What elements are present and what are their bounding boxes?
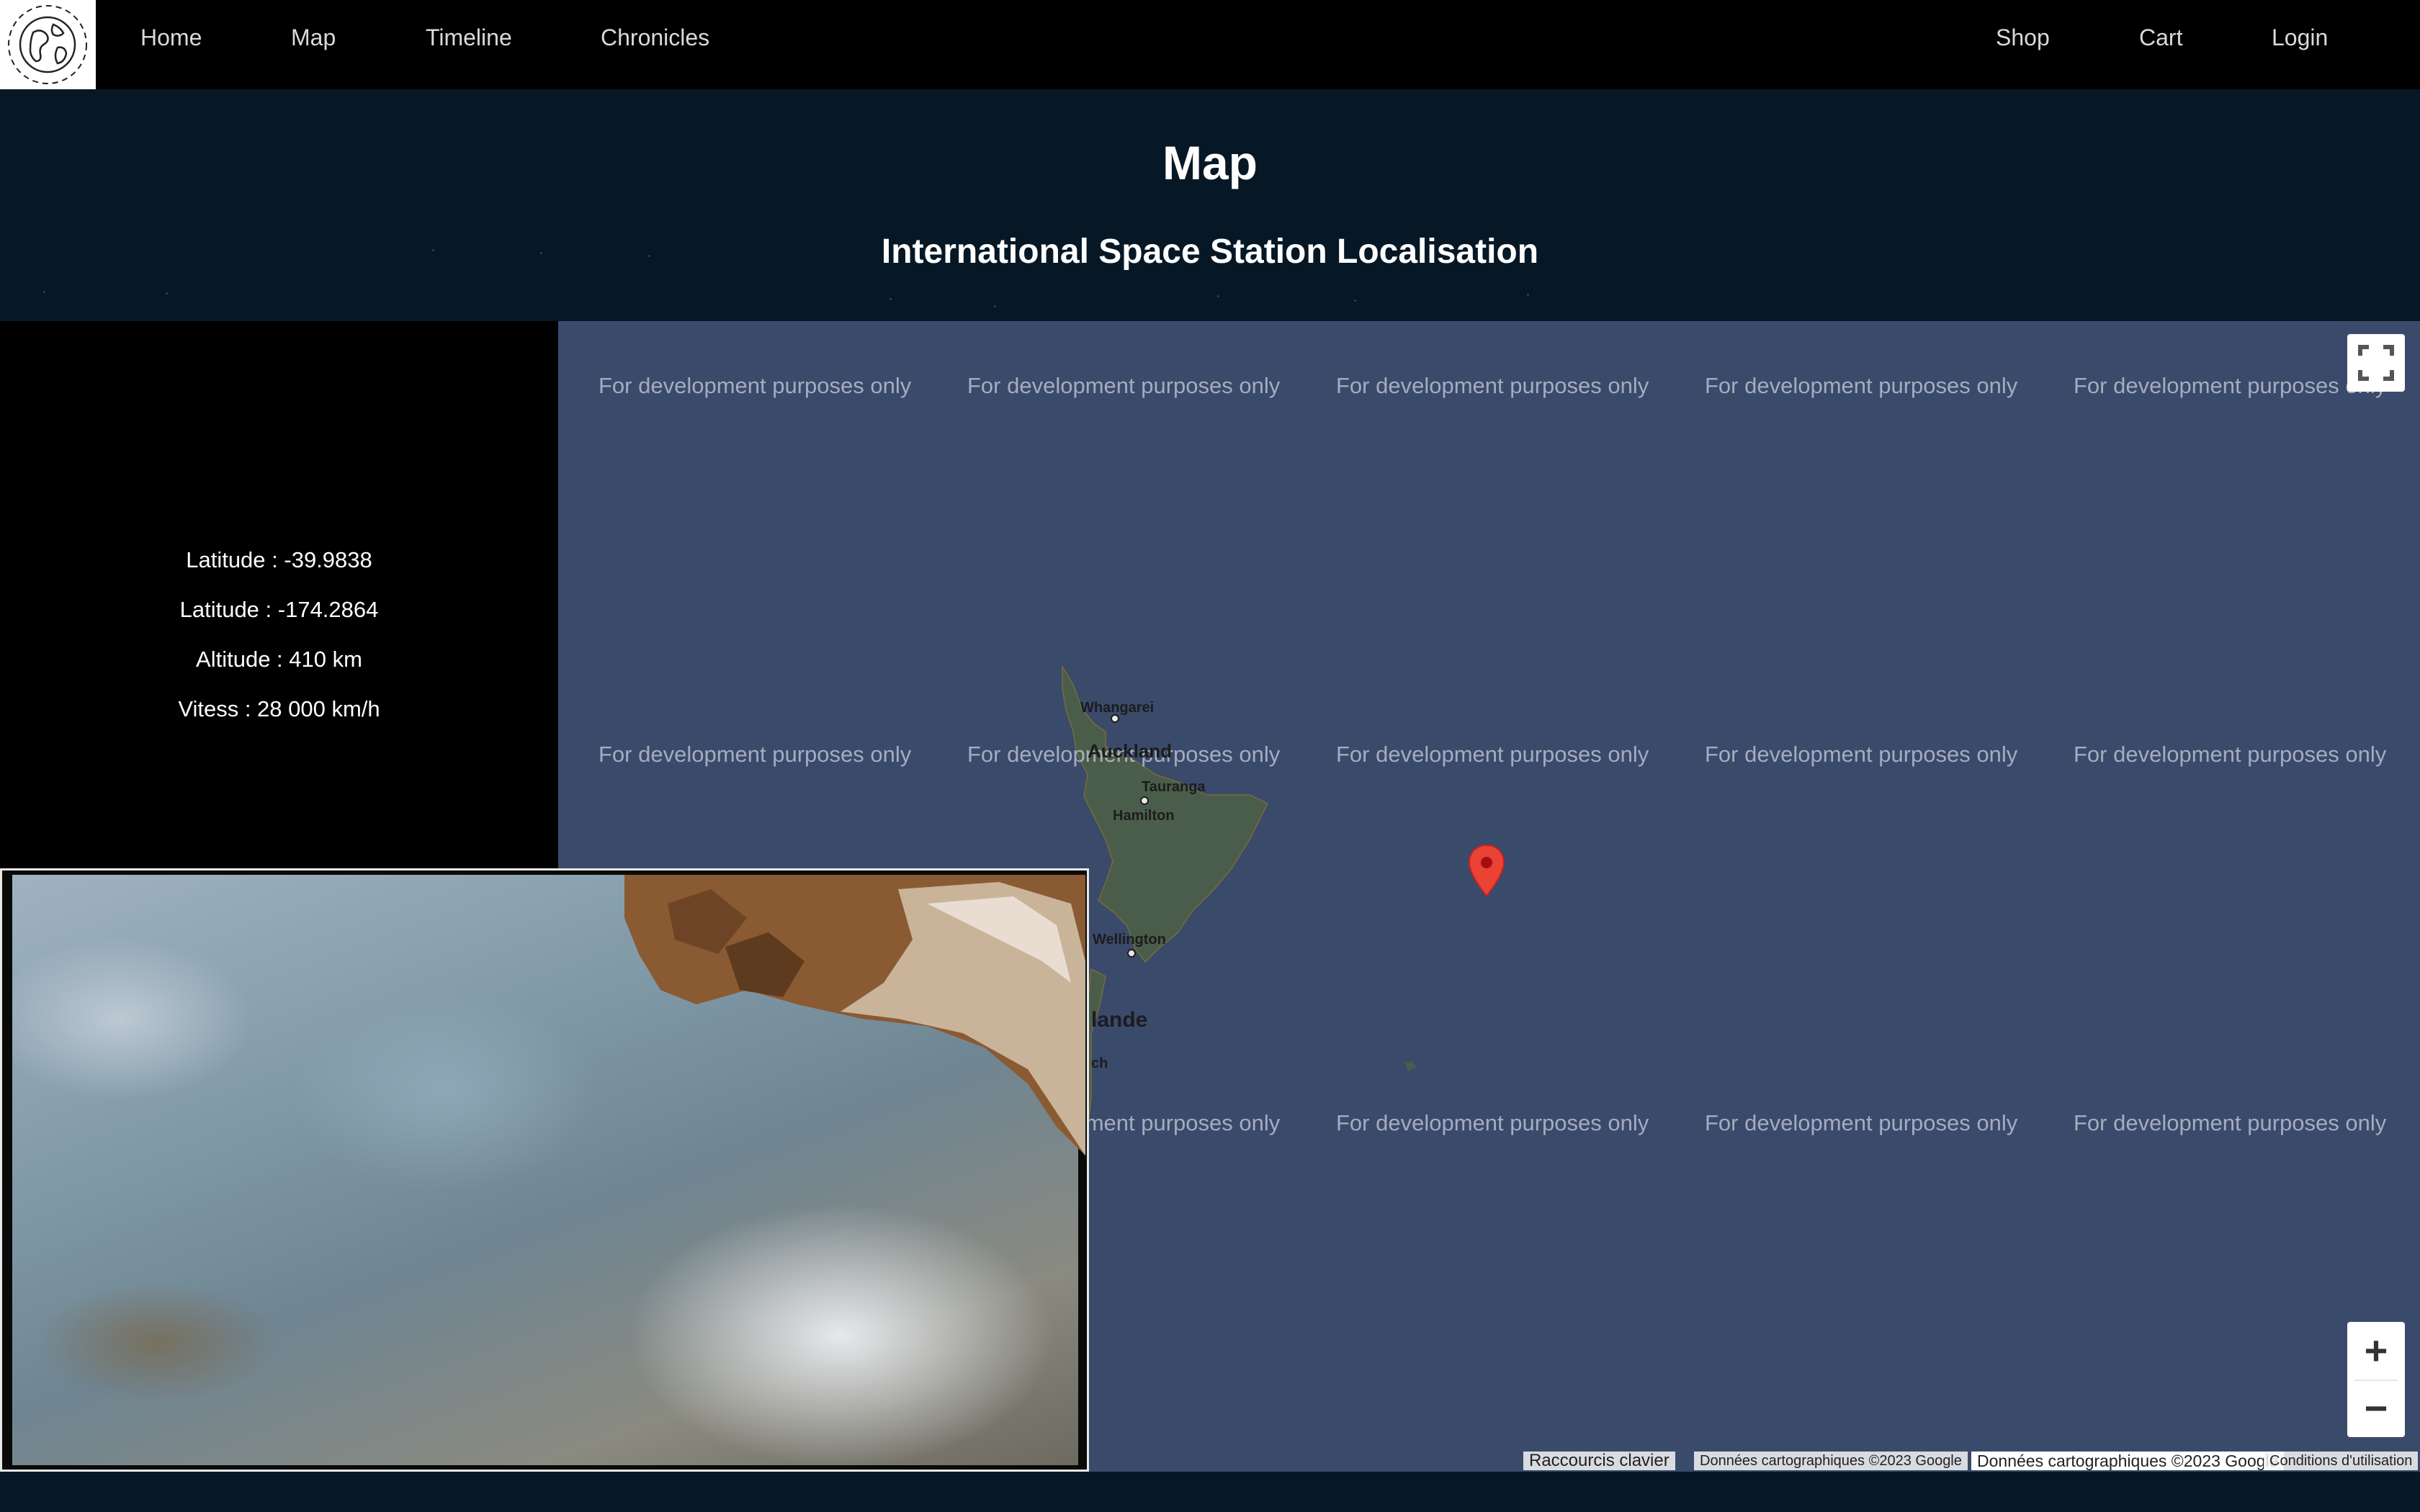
fullscreen-icon [2358,345,2394,381]
city-marker [1127,949,1136,958]
map-data-attribution: Données cartographiques ©2023 Google [1694,1452,1968,1470]
earth-view-image [12,875,1085,1465]
globe-icon[interactable] [0,0,96,89]
page-subtitle: International Space Station Localisation [881,233,1539,271]
zoom-out-button[interactable]: − [2347,1387,2405,1430]
city-marker [1111,714,1119,723]
zoom-in-button[interactable]: + [2347,1329,2405,1372]
top-nav: Home Map Timeline Chronicles Shop Cart L… [0,0,2420,89]
dev-watermark: For development purposes only [599,373,912,398]
longitude-value: Latitude : -174.2864 [179,597,379,622]
speed-value: Vitess : 28 000 km/h [178,696,380,721]
zoom-control: + − [2347,1322,2405,1437]
nav-timeline[interactable]: Timeline [426,22,512,53]
dev-watermark: For development purposes only [1705,373,2018,398]
zoom-separator [2354,1380,2398,1381]
city-label: Whangarei [1080,700,1155,716]
city-label: Tauranga [1142,779,1206,795]
nav-cart[interactable]: Cart [2139,22,2182,53]
dev-watermark: For development purposes only [1336,1110,1649,1135]
map-pin-icon[interactable] [1467,844,1506,897]
dev-watermark: For development purposes only [2074,1110,2387,1135]
page-header: Map International Space Station Localisa… [0,89,2420,321]
nav-chronicles[interactable]: Chronicles [601,22,709,53]
star [994,305,996,307]
city-label: ch [1091,1056,1108,1071]
astronaut-suit-image [624,875,1085,1156]
page-title: Map [1162,136,1258,189]
latitude-value: Latitude : -39.9838 [186,547,372,572]
star [166,292,168,294]
city-label: Auckland [1088,740,1173,762]
fullscreen-button[interactable] [2347,334,2405,392]
nav-login[interactable]: Login [2272,22,2328,53]
star [889,298,892,300]
star [1217,295,1219,297]
dev-watermark: For development purposes only [2074,742,2387,767]
dev-watermark: For development purposes only [1336,742,1649,767]
dev-watermark: For development purposes only [1705,1110,2018,1135]
city-label: Hamilton [1113,808,1175,824]
terms-link[interactable]: Conditions d'utilisation [2264,1452,2419,1470]
nav-home[interactable]: Home [140,22,202,53]
dev-watermark: For development purposes only [967,373,1281,398]
dev-watermark: For development purposes only [1705,742,2018,767]
country-label: lande [1091,1008,1148,1032]
star [43,291,45,293]
dev-watermark: For development purposes only [599,742,912,767]
city-marker [1140,796,1149,805]
star [1354,300,1356,302]
nav-map[interactable]: Map [291,22,336,53]
iss-live-video[interactable] [0,868,1089,1472]
dev-watermark: For development purposes only [1336,373,1649,398]
dev-watermark: For development purposes only [2074,373,2387,398]
iss-info-panel: Latitude : -39.9838 Latitude : -174.2864… [0,321,558,868]
nav-shop[interactable]: Shop [1996,22,2050,53]
city-label: Wellington [1093,932,1166,948]
altitude-value: Altitude : 410 km [196,647,362,672]
keyboard-shortcuts-link[interactable]: Raccourcis clavier [1523,1452,1675,1470]
star [1527,294,1529,296]
map-data-attribution: Données cartographiques ©2023 Google [1971,1452,2285,1470]
